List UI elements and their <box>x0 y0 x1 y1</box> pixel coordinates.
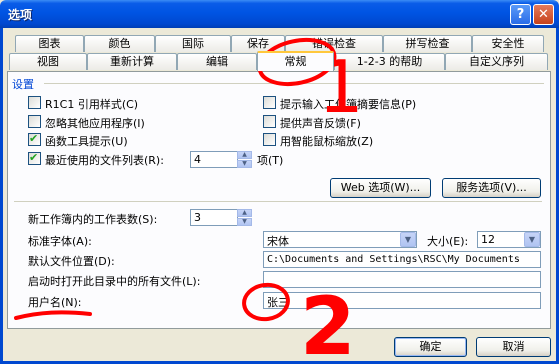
username-label: 用户名(N): <box>28 296 82 309</box>
startup-folder-input[interactable] <box>263 271 541 288</box>
recent-files-checkbox[interactable] <box>28 151 41 165</box>
sheets-count-spinner[interactable]: ▲ ▼ <box>237 209 252 226</box>
recent-files-label: 最近使用的文件列表(R): <box>45 154 164 167</box>
sheets-count-input[interactable]: 3 <box>190 209 238 226</box>
recent-files-count-input[interactable]: 4 <box>190 151 238 168</box>
tab-edit[interactable]: 编辑 <box>177 53 257 70</box>
sheets-count-label: 新工作簿内的工作表数(S): <box>28 213 158 226</box>
standard-font-select[interactable]: 宋体 <box>263 231 417 248</box>
r1c1-checkbox[interactable] <box>28 96 41 109</box>
r1c1-label: R1C1 引用样式(C) <box>45 98 139 111</box>
tab-save[interactable]: 保存 <box>231 35 285 52</box>
tab-general[interactable]: 常规 <box>257 51 334 71</box>
window-title: 选项 <box>8 8 33 22</box>
tab-label: 编辑 <box>206 55 228 68</box>
close-icon: ✕ <box>538 7 549 22</box>
web-options-button[interactable]: Web 选项(W)... <box>330 178 431 198</box>
summary-prompt-checkbox[interactable] <box>263 96 276 109</box>
ok-button[interactable]: 确定 <box>394 337 467 357</box>
tab-security[interactable]: 安全性 <box>472 35 544 52</box>
tab-label: 1-2-3 的帮助 <box>356 55 423 68</box>
tab-label: 错误检查 <box>312 37 356 50</box>
sound-feedback-label: 提供声音反馈(F) <box>280 117 361 130</box>
tab-chart[interactable]: 图表 <box>15 35 84 52</box>
tab-label: 颜色 <box>108 37 131 50</box>
tab-view[interactable]: 视图 <box>9 53 87 70</box>
tab-label: 重新计算 <box>110 55 154 68</box>
spin-up-icon[interactable]: ▲ <box>237 151 252 159</box>
spin-down-icon[interactable]: ▼ <box>237 218 252 226</box>
ignore-other-apps-label: 忽略其他应用程序(I) <box>45 117 145 130</box>
intellimouse-zoom-label: 用智能鼠标缩放(Z) <box>280 135 374 148</box>
tab-custom-lists[interactable]: 自定义序列 <box>445 53 548 70</box>
tab-lotus-help[interactable]: 1-2-3 的帮助 <box>334 53 445 70</box>
chevron-down-icon[interactable]: ▼ <box>400 232 416 247</box>
default-location-input[interactable]: C:\Documents and Settings\RSC\My Documen… <box>263 251 541 268</box>
recent-files-spinner[interactable]: ▲ ▼ <box>237 151 252 168</box>
summary-prompt-label: 提示输入工作簿摘要信息(P) <box>280 98 417 111</box>
tab-calculation[interactable]: 重新计算 <box>87 53 177 70</box>
function-tooltips-label: 函数工具提示(U) <box>45 135 128 148</box>
tab-label: 常规 <box>284 55 307 68</box>
close-button[interactable]: ✕ <box>533 4 554 25</box>
ignore-other-apps-checkbox[interactable] <box>28 115 41 128</box>
startup-folder-label: 启动时打开此目录中的所有文件(L): <box>28 275 201 288</box>
intellimouse-zoom-checkbox[interactable] <box>263 133 276 146</box>
default-location-label: 默认文件位置(D): <box>28 255 115 268</box>
tab-label: 视图 <box>37 55 59 68</box>
chevron-down-icon[interactable]: ▼ <box>524 232 540 247</box>
title-bar: 选项 ? ✕ <box>0 0 559 28</box>
recent-files-unit: 项(T) <box>257 154 284 167</box>
help-icon: ? <box>516 7 525 22</box>
tab-label: 自定义序列 <box>469 55 524 68</box>
username-input[interactable]: 张三 <box>263 292 541 309</box>
tab-label: 国际 <box>182 37 204 50</box>
tab-international[interactable]: 国际 <box>155 35 231 52</box>
group-divider <box>44 83 544 84</box>
section-divider <box>14 201 542 202</box>
tab-colors[interactable]: 颜色 <box>84 35 155 52</box>
spin-up-icon[interactable]: ▲ <box>237 209 252 217</box>
help-button[interactable]: ? <box>510 4 531 25</box>
tab-label: 拼写检查 <box>405 37 450 50</box>
service-options-button[interactable]: 服务选项(V)... <box>442 178 541 198</box>
tab-spelling[interactable]: 拼写检查 <box>383 35 472 52</box>
tab-label: 保存 <box>247 37 269 50</box>
standard-font-label: 标准字体(A): <box>28 235 92 248</box>
spin-down-icon[interactable]: ▼ <box>237 160 252 168</box>
settings-group-label: 设置 <box>12 78 34 91</box>
tab-error-checking[interactable]: 错误检查 <box>285 35 383 52</box>
sound-feedback-checkbox[interactable] <box>263 115 276 128</box>
function-tooltips-checkbox[interactable] <box>28 132 41 146</box>
font-size-label: 大小(E): <box>427 235 469 248</box>
cancel-button[interactable]: 取消 <box>476 337 551 357</box>
tab-label: 图表 <box>38 37 61 50</box>
tab-label: 安全性 <box>491 37 525 50</box>
